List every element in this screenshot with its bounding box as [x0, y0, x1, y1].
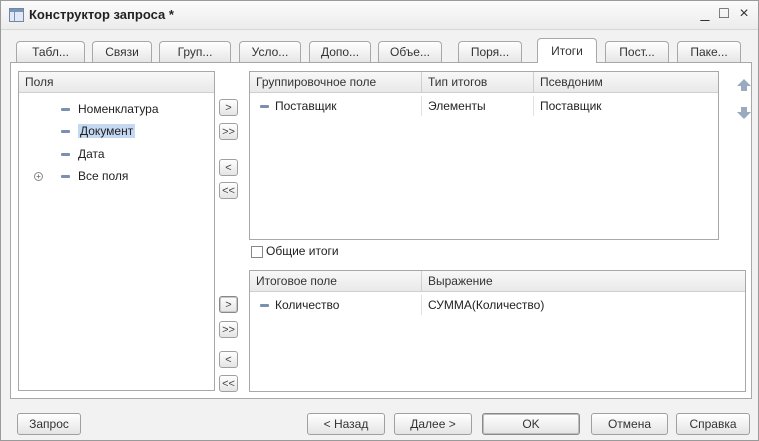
title-bar[interactable]: Конструктор запроса * _ □ ×	[1, 1, 758, 30]
totals-tab-content: Поля Номенклатура Документ Дата + Все по…	[10, 62, 752, 399]
grouping-field-cell[interactable]: Поставщик	[250, 96, 422, 116]
remove-one-button[interactable]: <	[219, 159, 238, 176]
arrow-up-icon[interactable]	[734, 77, 754, 93]
minimize-button[interactable]: _	[696, 5, 714, 23]
remove-all-button[interactable]: <<	[219, 375, 238, 392]
general-totals-label: Общие итоги	[266, 244, 339, 258]
tab-links[interactable]: Связи	[92, 41, 152, 62]
field-icon	[61, 153, 70, 157]
expand-plus-icon[interactable]: +	[34, 172, 43, 181]
cancel-button[interactable]: Отмена	[591, 413, 668, 435]
tab-conditions[interactable]: Усло...	[239, 41, 301, 62]
column-header-alias[interactable]: Псевдоним	[534, 72, 718, 92]
column-header-totals-field[interactable]: Итоговое поле	[250, 271, 422, 291]
remove-all-button[interactable]: <<	[219, 182, 238, 199]
field-icon	[61, 130, 70, 134]
move-all-button[interactable]: >>	[219, 321, 238, 338]
field-label: Дата	[78, 147, 105, 161]
tab-grouping[interactable]: Груп...	[159, 41, 231, 62]
alias-cell[interactable]: Поставщик	[534, 96, 718, 116]
arrow-down-icon[interactable]	[734, 105, 754, 121]
field-item-selected[interactable]: Документ	[61, 122, 136, 140]
tab-settings[interactable]: Пост...	[605, 41, 669, 62]
tab-order[interactable]: Поря...	[458, 41, 522, 62]
field-icon	[61, 108, 70, 112]
fields-header: Поля	[19, 72, 214, 93]
query-constructor-window: Конструктор запроса * _ □ × Табл... Связ…	[0, 0, 759, 441]
field-icon	[260, 105, 269, 109]
field-label: Номенклатура	[78, 102, 159, 116]
tab-tables[interactable]: Табл...	[16, 41, 85, 62]
totals-table-header: Итоговое поле Выражение	[250, 271, 745, 292]
maximize-button[interactable]: □	[715, 5, 733, 23]
totals-fields-table[interactable]: Итоговое поле Выражение Количество СУММА…	[249, 270, 746, 392]
totals-field-value: Количество	[275, 298, 340, 312]
grouping-fields-table[interactable]: Группировочное поле Тип итогов Псевдоним…	[249, 71, 719, 240]
field-icon	[61, 175, 70, 179]
close-button[interactable]: ×	[735, 5, 753, 23]
field-icon	[260, 304, 269, 308]
table-row[interactable]: Количество СУММА(Количество)	[250, 295, 745, 315]
field-item[interactable]: Номенклатура	[61, 100, 159, 118]
general-totals-checkbox[interactable]	[251, 246, 263, 258]
move-all-button[interactable]: >>	[219, 123, 238, 140]
tab-additional[interactable]: Допо...	[309, 41, 371, 62]
fields-header-label: Поля	[25, 75, 54, 89]
move-one-button[interactable]: >	[219, 99, 238, 116]
tab-union[interactable]: Объе...	[378, 41, 442, 62]
back-button[interactable]: < Назад	[307, 413, 385, 435]
query-button[interactable]: Запрос	[17, 413, 81, 435]
table-row[interactable]: Поставщик Элементы Поставщик	[250, 96, 718, 116]
grouping-table-header: Группировочное поле Тип итогов Псевдоним	[250, 72, 718, 93]
window-icon	[9, 8, 24, 22]
column-header-grouping-field[interactable]: Группировочное поле	[250, 72, 422, 92]
tab-totals[interactable]: Итоги	[537, 38, 597, 63]
move-one-button[interactable]: >	[219, 296, 238, 313]
remove-one-button[interactable]: <	[219, 351, 238, 368]
field-label: Документ	[78, 124, 136, 138]
help-button[interactable]: Справка	[676, 413, 750, 435]
column-header-expression[interactable]: Выражение	[422, 271, 745, 291]
grouping-field-value: Поставщик	[275, 99, 337, 113]
tab-batch[interactable]: Паке...	[677, 41, 741, 62]
next-button[interactable]: Далее >	[394, 413, 472, 435]
field-item[interactable]: Дата	[61, 145, 105, 163]
field-label: Все поля	[78, 169, 129, 183]
totals-type-cell[interactable]: Элементы	[422, 96, 534, 116]
column-header-totals-type[interactable]: Тип итогов	[422, 72, 534, 92]
window-title: Конструктор запроса *	[29, 7, 174, 22]
field-item-all-fields[interactable]: Все поля	[61, 167, 128, 185]
expression-cell[interactable]: СУММА(Количество)	[422, 295, 745, 315]
fields-panel[interactable]: Поля Номенклатура Документ Дата + Все по…	[18, 71, 215, 391]
ok-button[interactable]: OK	[482, 413, 580, 435]
totals-field-cell[interactable]: Количество	[250, 295, 422, 315]
